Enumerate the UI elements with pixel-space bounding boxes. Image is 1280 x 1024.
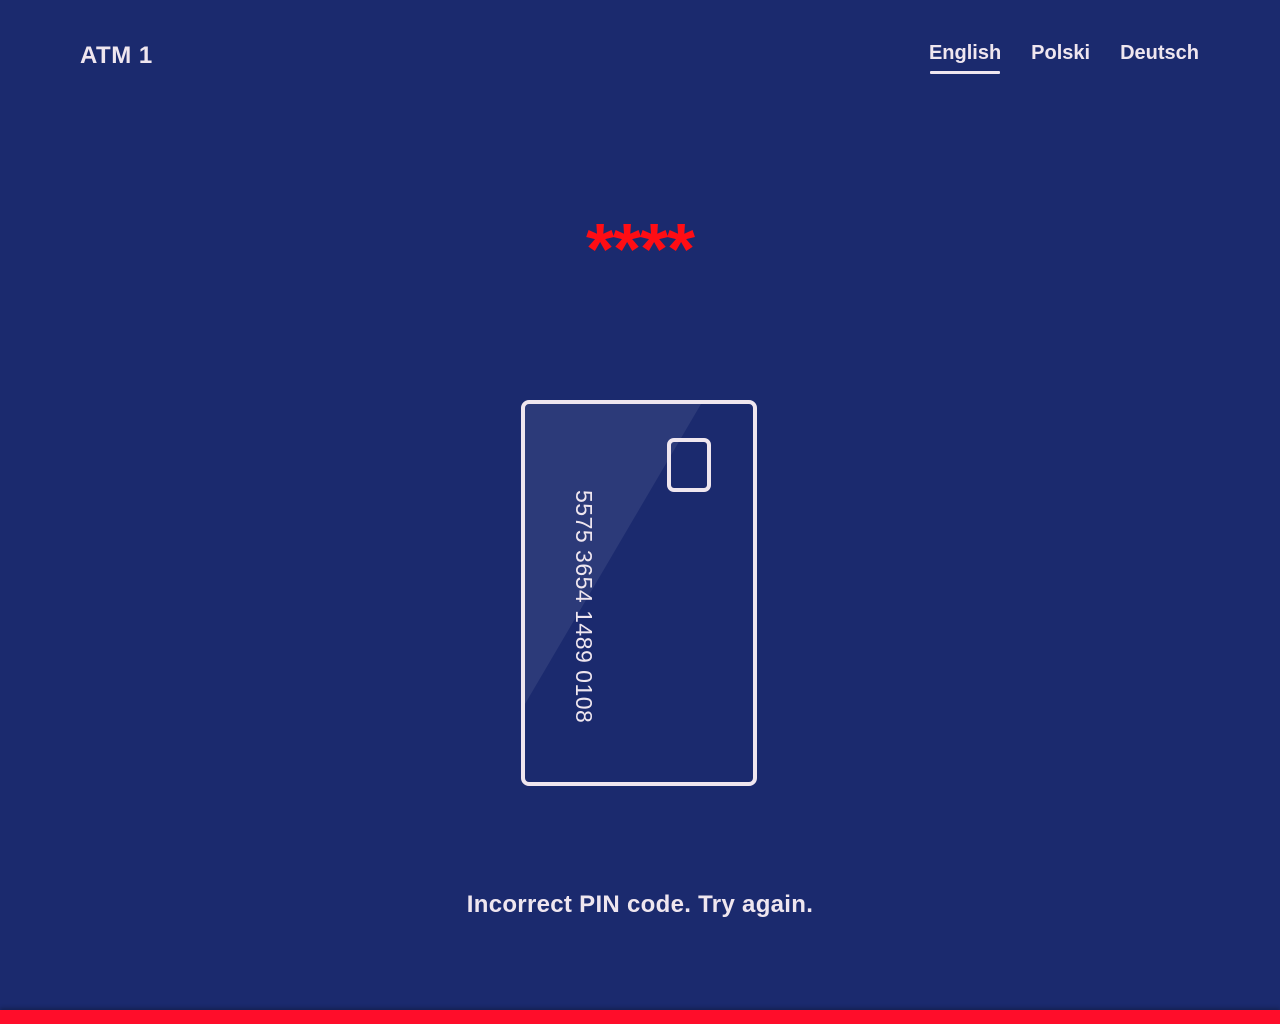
status-message: Incorrect PIN code. Try again.: [466, 891, 814, 918]
app-title: ATM 1: [80, 42, 153, 69]
credit-card[interactable]: 5575 3654 1489 0108: [521, 400, 757, 786]
language-deutsch[interactable]: Deutsch: [1120, 38, 1199, 70]
pin-masked-value: ****: [585, 210, 695, 290]
card-chip-icon: [667, 438, 711, 492]
language-polski[interactable]: Polski: [1031, 38, 1090, 70]
atm-screen: ATM 1 English Polski Deutsch **** 5575 3…: [0, 0, 1280, 1024]
card-shine-graphic: [525, 404, 701, 704]
pin-display: ****: [0, 205, 1280, 295]
bottom-accent-bar: [0, 1010, 1280, 1024]
language-english[interactable]: English: [929, 38, 1001, 74]
language-selector: English Polski Deutsch: [929, 38, 1199, 74]
card-number: 5575 3654 1489 0108: [571, 490, 597, 724]
